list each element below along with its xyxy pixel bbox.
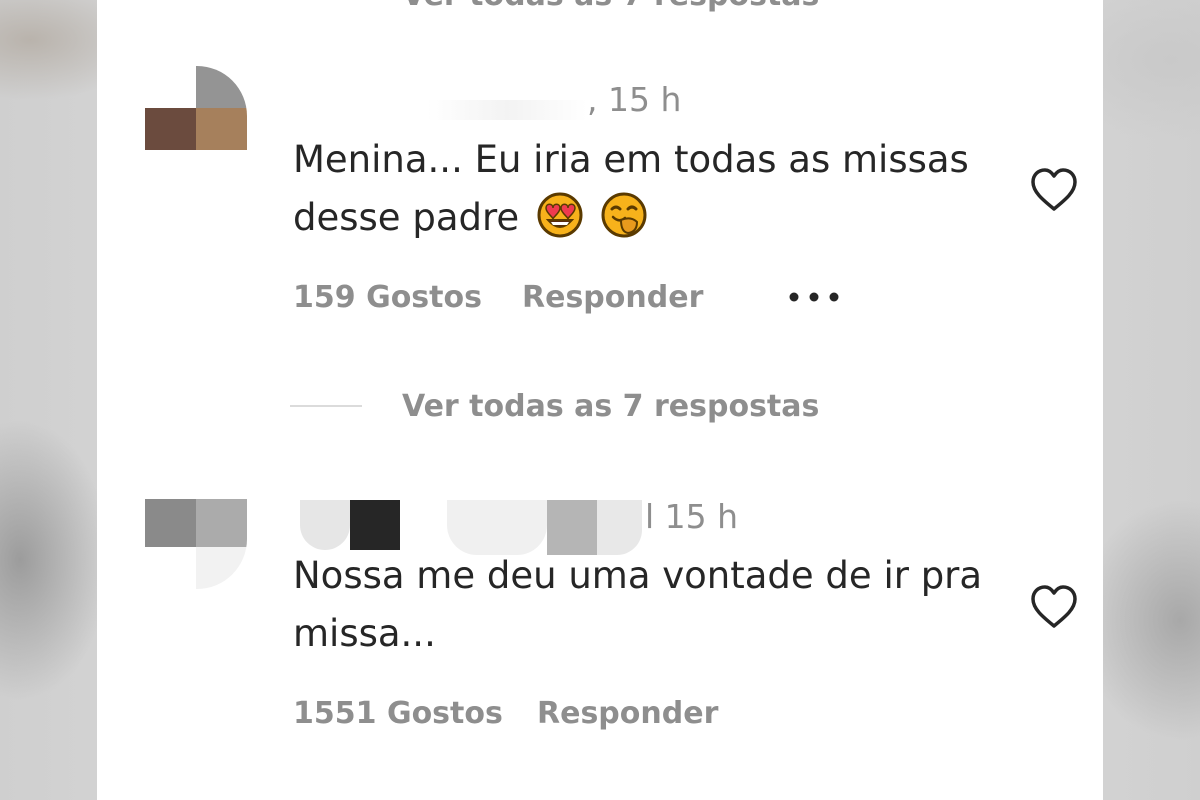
view-all-replies-link[interactable]: Ver todas as 7 respostas [402, 389, 819, 424]
timestamp-separator: , [587, 80, 608, 119]
avatar-pixel [145, 66, 196, 108]
timestamp-value: 15 h [664, 497, 739, 536]
avatar[interactable] [145, 499, 247, 589]
likes-count[interactable]: 159 Gostos [293, 280, 482, 315]
username-redacted[interactable] [350, 500, 400, 550]
view-replies-link-cut[interactable]: Ver todas as 7 respostas [402, 0, 819, 13]
likes-count[interactable]: 1551 Gostos [293, 696, 503, 731]
comment-body: Nossa me deu uma vontade de ir pra missa… [293, 554, 983, 655]
comment-timestamp: l 15 h [645, 497, 738, 536]
reply-button[interactable]: Responder [537, 696, 718, 731]
reply-button[interactable]: Responder [522, 280, 703, 315]
avatar-pixel [196, 499, 247, 547]
avatar-pixel [145, 108, 196, 150]
comment-text: Nossa me deu uma vontade de ir pra missa… [293, 547, 1023, 663]
avatar-pixel [145, 499, 196, 547]
avatar-pixel [196, 547, 247, 589]
avatar-pixel [196, 108, 247, 150]
timestamp-value: 15 h [607, 80, 682, 119]
avatar[interactable] [145, 66, 247, 150]
hand-over-mouth-emoji [601, 192, 647, 238]
comment-timestamp: , 15 h [587, 80, 681, 119]
comments-panel: Ver todas as 7 respostas , 15 h Menina..… [97, 0, 1103, 800]
username-redacted[interactable] [300, 500, 350, 550]
timestamp-separator: l [645, 497, 665, 536]
heart-outline-icon[interactable] [1029, 167, 1079, 213]
avatar-pixel [145, 547, 196, 589]
heart-eyes-emoji [537, 192, 583, 238]
heart-outline-icon[interactable] [1029, 584, 1079, 630]
replies-divider [290, 405, 362, 407]
avatar-pixel [196, 66, 247, 108]
more-dots-icon[interactable] [785, 283, 843, 311]
comment-text: Menina... Eu iria em todas as missas des… [293, 131, 1023, 247]
username-redacted[interactable] [427, 100, 587, 120]
